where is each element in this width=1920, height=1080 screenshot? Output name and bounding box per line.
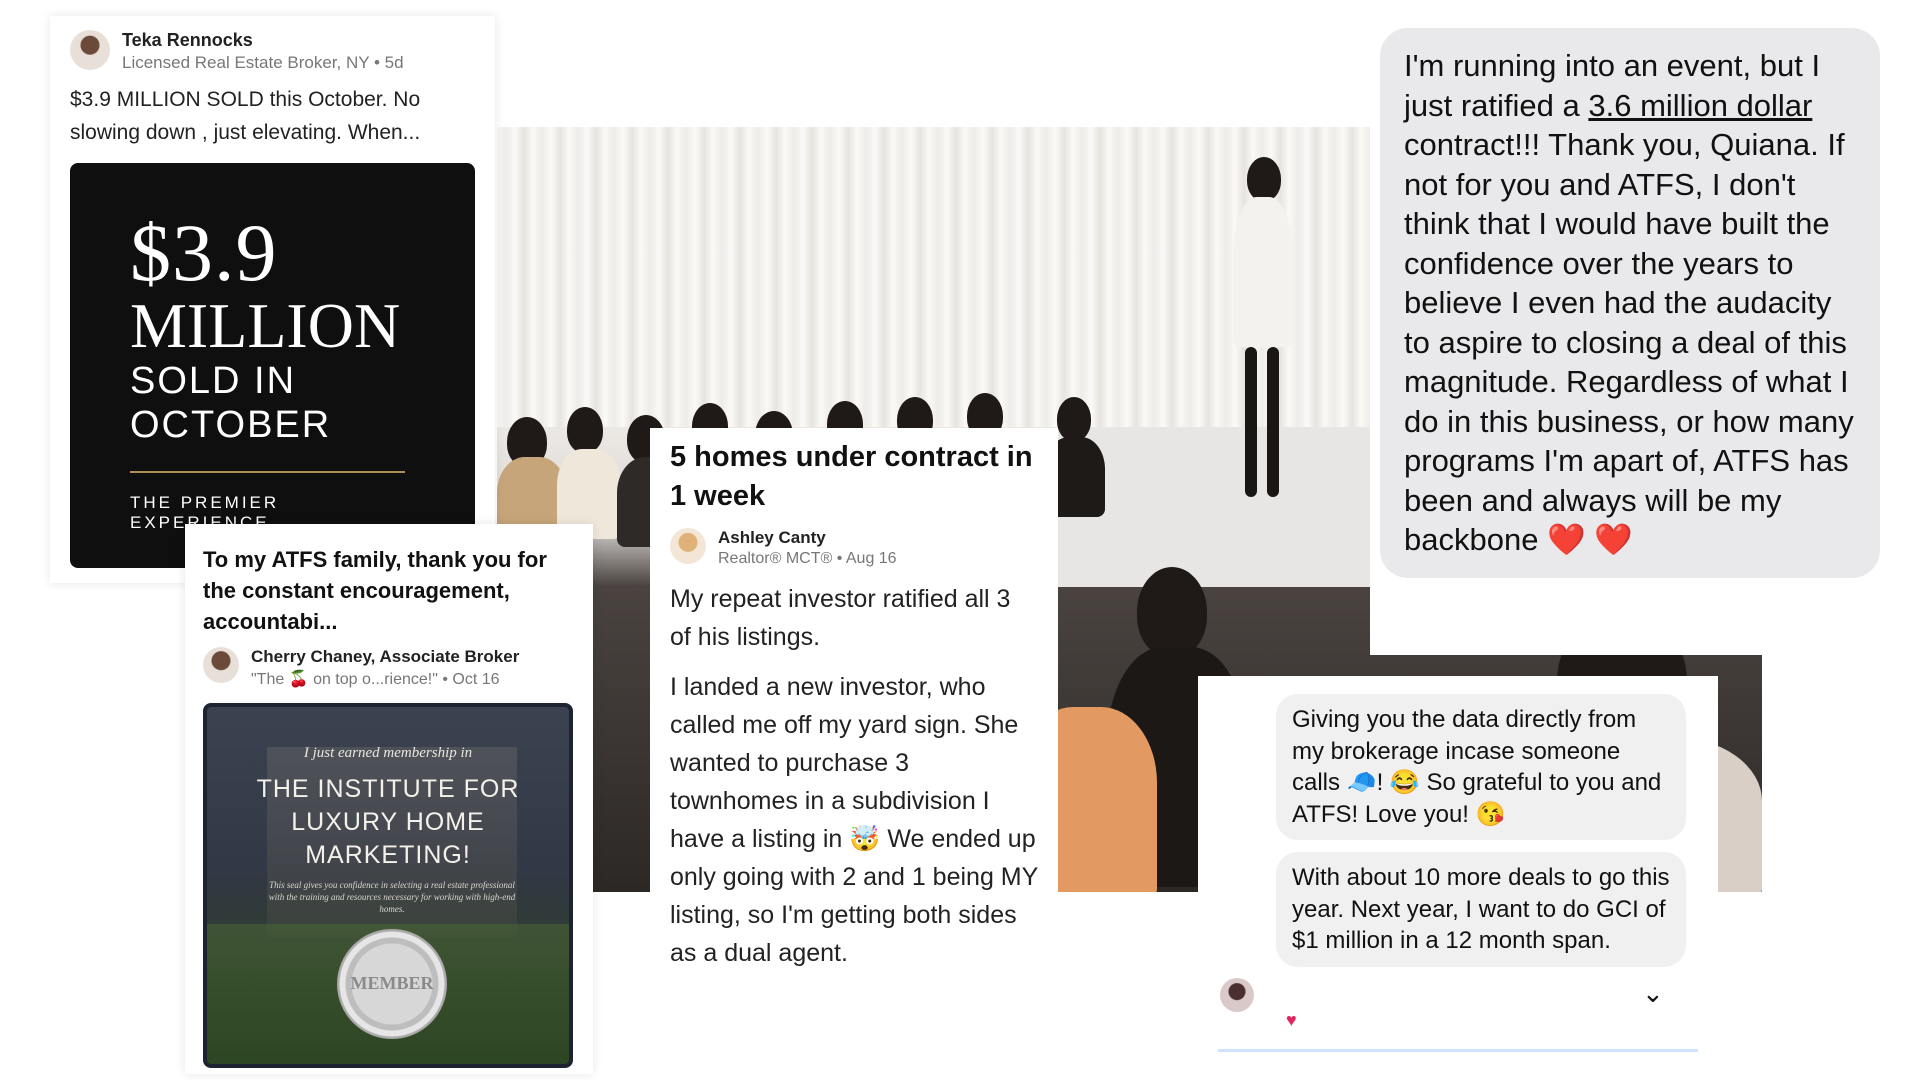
- member-seal-icon: MEMBER: [337, 929, 447, 1039]
- chat-card: Giving you the data directly from my bro…: [1198, 676, 1718, 1056]
- post-card-teka[interactable]: Teka Rennocks Licensed Real Estate Broke…: [50, 16, 495, 583]
- chevron-down-icon[interactable]: ⌄: [1642, 978, 1664, 1009]
- author-meta: Licensed Real Estate Broker, NY • 5d: [122, 53, 404, 72]
- post-text: $3.9 MILLION SOLD this October. No slowi…: [70, 88, 421, 144]
- chat-message[interactable]: Giving you the data directly from my bro…: [1276, 694, 1686, 840]
- post-paragraph-2: I landed a new investor, who called me o…: [670, 673, 1038, 967]
- sold-amount: $3.9: [130, 207, 278, 298]
- message-bubble[interactable]: I'm running into an event, but I just ra…: [1380, 28, 1880, 578]
- author-meta: Realtor® MCT® • Aug 16: [718, 550, 897, 567]
- sold-graphic[interactable]: $3.9 MILLION SOLD IN OCTOBER THE PREMIER…: [70, 163, 475, 568]
- gold-divider: [130, 471, 405, 473]
- author-name[interactable]: Teka Rennocks: [122, 30, 404, 51]
- fine-print: This seal gives you confidence in select…: [268, 880, 516, 914]
- post-header: Teka Rennocks Licensed Real Estate Broke…: [70, 30, 475, 73]
- seal-label: MEMBER: [350, 973, 434, 993]
- sold-unit: MILLION: [130, 290, 401, 361]
- author-name[interactable]: Cherry Chaney, Associate Broker: [251, 647, 519, 667]
- heart-icon: ❤️ ❤️: [1547, 522, 1633, 557]
- post-header: Cherry Chaney, Associate Broker "The 🍒 o…: [203, 647, 575, 689]
- chat-message[interactable]: With about 10 more deals to go this year…: [1276, 852, 1686, 967]
- avatar[interactable]: [1220, 978, 1254, 1012]
- post-card-ashley[interactable]: 5 homes under contract in 1 week Ashley …: [650, 428, 1058, 1024]
- membership-graphic[interactable]: I just earned membership in THE INSTITUT…: [203, 703, 573, 1068]
- avatar[interactable]: [203, 647, 239, 683]
- post-title[interactable]: 5 homes under contract in 1 week: [670, 438, 1038, 516]
- heart-icon: ♥: [1286, 1010, 1297, 1030]
- author-name[interactable]: Ashley Canty: [718, 528, 897, 548]
- avatar[interactable]: [70, 30, 110, 70]
- post-paragraph-1: My repeat investor ratified all 3 of his…: [670, 585, 1011, 651]
- message-text-underlined: 3.6 million dollar: [1588, 87, 1813, 123]
- sold-line2: OCTOBER: [130, 404, 332, 446]
- author-meta: "The 🍒 on top o...rience!" • Oct 16: [251, 671, 500, 688]
- institute-name: THE INSTITUTE FOR LUXURY HOME MARKETING!: [256, 775, 520, 869]
- message-card-quote: I'm running into an event, but I just ra…: [1370, 20, 1890, 655]
- avatar[interactable]: [670, 528, 706, 564]
- message-text-part2: contract!!! Thank you, Quiana. If not fo…: [1404, 127, 1854, 557]
- post-header: Ashley Canty Realtor® MCT® • Aug 16: [670, 528, 1038, 568]
- divider: [1218, 1049, 1698, 1052]
- post-title[interactable]: To my ATFS family, thank you for the con…: [203, 544, 575, 637]
- post-card-cherry[interactable]: To my ATFS family, thank you for the con…: [185, 524, 593, 1074]
- sold-line1: SOLD IN: [130, 360, 297, 402]
- earned-text: I just earned membership in: [303, 745, 473, 761]
